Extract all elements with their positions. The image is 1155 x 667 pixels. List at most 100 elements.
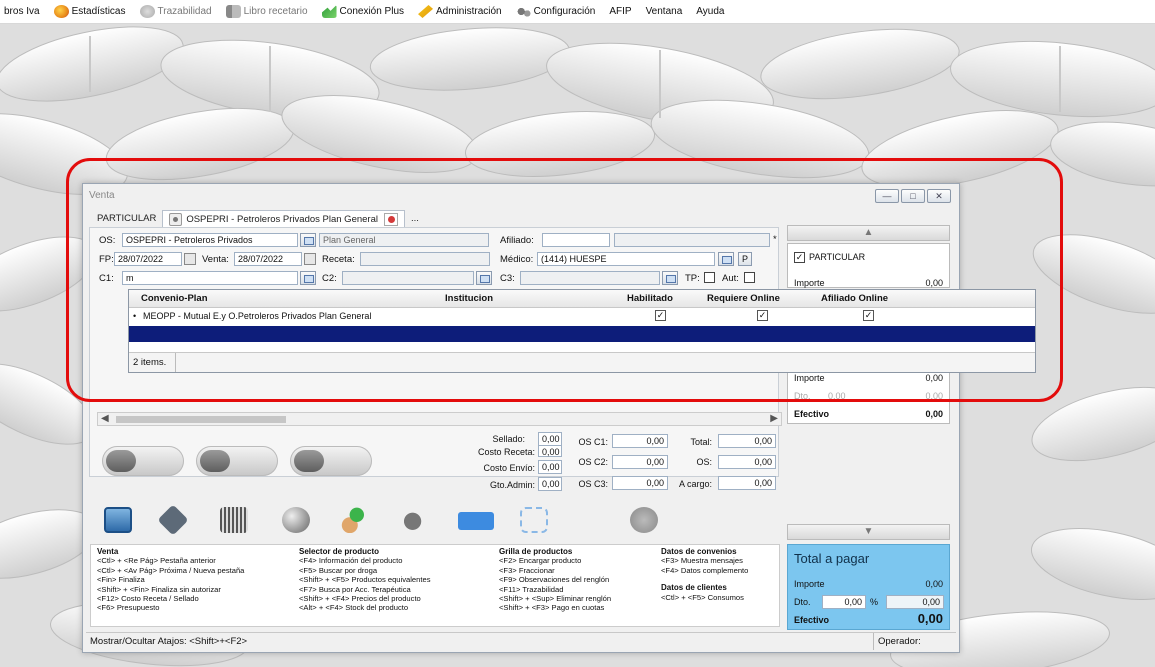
barcode-icon[interactable] bbox=[220, 507, 248, 533]
panel-scroll-up-button[interactable]: ▲ bbox=[787, 225, 950, 241]
scroll-left-icon[interactable]: ◀ bbox=[101, 413, 109, 424]
calendar-icon[interactable] bbox=[304, 253, 316, 265]
arrow-up-icon: ▲ bbox=[863, 227, 874, 238]
menu-item-administracion[interactable]: Administración bbox=[418, 5, 502, 18]
tab-new[interactable]: ... bbox=[405, 210, 425, 227]
dropdown-footer: 2 items. bbox=[129, 352, 1035, 372]
menu-item-configuracion[interactable]: Configuración bbox=[515, 5, 595, 18]
shortcut-line: <Alt> + <F4> Stock del producto bbox=[299, 603, 409, 613]
c1-field[interactable]: m bbox=[122, 271, 298, 285]
medico-label: Médico: bbox=[500, 254, 534, 265]
particular-checkbox[interactable]: ✓ bbox=[794, 252, 805, 263]
menu-label: Ayuda bbox=[696, 6, 725, 17]
scroll-right-icon[interactable]: ▶ bbox=[770, 413, 778, 424]
doctor-button[interactable] bbox=[290, 446, 372, 476]
menu-label: Estadísticas bbox=[71, 6, 126, 17]
shortcut-line: <F4> Información del producto bbox=[299, 556, 403, 566]
c1-picker-button[interactable] bbox=[300, 271, 316, 285]
column-header[interactable]: Institucion bbox=[445, 293, 493, 304]
column-header[interactable]: Convenio-Plan bbox=[141, 293, 208, 304]
calendar-icon[interactable] bbox=[184, 253, 196, 265]
dollar-icon[interactable] bbox=[630, 507, 658, 533]
connection-icon bbox=[321, 5, 337, 18]
tab-particular[interactable]: PARTICULAR bbox=[91, 210, 162, 227]
minimize-button[interactable]: — bbox=[875, 189, 899, 203]
product-search-button[interactable] bbox=[196, 446, 278, 476]
maximize-button[interactable]: □ bbox=[901, 189, 925, 203]
venta-date-field[interactable]: 28/07/2022 bbox=[234, 252, 302, 266]
afiliado-field[interactable] bbox=[542, 233, 610, 247]
os-picker-button[interactable] bbox=[300, 233, 316, 247]
menu-item-conexion-plus[interactable]: Conexión Plus bbox=[321, 5, 404, 18]
shortcut-line: <F9> Observaciones del renglón bbox=[499, 575, 610, 585]
payment-panel: ▲ ✓ PARTICULAR Importe 0,00 Importe 0,00… bbox=[787, 225, 952, 633]
table-row[interactable]: • MEOPP - Mutual E.y O.Petroleros Privad… bbox=[129, 308, 1035, 324]
os-c2-label: OS C2: bbox=[578, 457, 608, 467]
menu-item-libros-iva[interactable]: bros Iva bbox=[4, 6, 40, 17]
costo-envio-field[interactable]: 0,00 bbox=[538, 460, 562, 474]
globe-icon[interactable] bbox=[282, 507, 310, 533]
barcode-scan-button[interactable] bbox=[102, 446, 184, 476]
total-dto-field[interactable]: 0,00 bbox=[822, 595, 866, 609]
split-payment-icon[interactable] bbox=[520, 507, 548, 533]
payment-summary-box: Importe 0,00 Dto. 0,00 0,00 Efectivo 0,0… bbox=[787, 368, 950, 424]
requiere-online-checkbox: ✓ bbox=[757, 310, 768, 321]
aut-checkbox[interactable] bbox=[744, 272, 755, 283]
shortcut-line: <F11> Trazabilidad bbox=[499, 584, 564, 594]
shortcut-line: <Shift> + <F4> Precios del producto bbox=[299, 594, 421, 604]
shortcuts-selector-title: Selector de producto bbox=[299, 547, 380, 556]
tab-label: ... bbox=[410, 213, 419, 224]
menu-item-afip[interactable]: AFIP bbox=[609, 6, 631, 17]
shortcut-line: <F4> Datos complemento bbox=[661, 565, 749, 575]
menu-item-ventana[interactable]: Ventana bbox=[646, 6, 683, 17]
add-client-icon[interactable] bbox=[340, 507, 368, 533]
gto-admin-label: Gto.Admin: bbox=[489, 480, 535, 490]
menu-label: Trazabilidad bbox=[157, 6, 212, 17]
panel-scroll-down-button[interactable]: ▼ bbox=[787, 524, 950, 540]
costo-receta-field[interactable]: 0,00 bbox=[538, 445, 562, 457]
column-header[interactable]: Afiliado Online bbox=[821, 293, 888, 304]
toolbar-icons bbox=[100, 503, 700, 537]
c3-picker-button[interactable] bbox=[662, 271, 678, 285]
p-button[interactable]: P bbox=[738, 252, 752, 266]
shortcut-line: <F6> Presupuesto bbox=[97, 603, 160, 613]
menu-item-trazabilidad[interactable]: Trazabilidad bbox=[139, 5, 212, 18]
cash-icon[interactable] bbox=[458, 512, 494, 530]
c2-field[interactable] bbox=[342, 271, 474, 285]
sellado-label: Sellado: bbox=[492, 434, 525, 444]
convenio-plan-dropdown: Convenio-Plan Institucion Habilitado Req… bbox=[128, 289, 1036, 373]
delivery-icon[interactable] bbox=[400, 507, 428, 533]
menu-item-ayuda[interactable]: Ayuda bbox=[696, 6, 724, 17]
menu-label: AFIP bbox=[609, 6, 632, 17]
shortcuts-clientes-title: Datos de clientes bbox=[661, 583, 727, 593]
os-field[interactable]: OSPEPRI - Petroleros Privados bbox=[122, 233, 298, 247]
maximize-icon: □ bbox=[910, 191, 916, 201]
menu-item-libro-recetario[interactable]: Libro recetario bbox=[225, 5, 308, 18]
c2-picker-button[interactable] bbox=[476, 271, 492, 285]
tag-icon[interactable] bbox=[157, 504, 189, 536]
search-document-icon[interactable] bbox=[104, 507, 132, 533]
menu-label: Ventana bbox=[645, 6, 683, 17]
shortcut-line: <F5> Buscar por droga bbox=[299, 565, 378, 575]
total-efectivo-label: Efectivo bbox=[794, 615, 830, 625]
column-header[interactable]: Habilitado bbox=[627, 293, 673, 304]
c3-field[interactable] bbox=[520, 271, 660, 285]
medico-field[interactable]: (1414) HUESPE bbox=[537, 252, 715, 266]
fp-date-field[interactable]: 28/07/2022 bbox=[114, 252, 182, 266]
scroll-thumb[interactable] bbox=[116, 416, 286, 423]
grid-horizontal-scrollbar[interactable]: ◀ ▶ bbox=[97, 412, 782, 426]
particular-label: PARTICULAR bbox=[809, 252, 866, 262]
costo-envio-label: Costo Envío: bbox=[483, 463, 535, 473]
column-header[interactable]: Requiere Online bbox=[707, 293, 780, 304]
tp-checkbox[interactable] bbox=[704, 272, 715, 283]
tab-ospepri[interactable]: OSPEPRI - Petroleros Privados Plan Gener… bbox=[162, 210, 405, 227]
tab-close-icon[interactable] bbox=[383, 212, 398, 226]
close-button[interactable]: ✕ bbox=[927, 189, 951, 203]
medico-picker-button[interactable] bbox=[718, 252, 734, 266]
gto-admin-field[interactable]: 0,00 bbox=[538, 477, 562, 491]
receta-field[interactable] bbox=[360, 252, 490, 266]
sellado-field[interactable]: 0,00 bbox=[538, 432, 562, 446]
total-dto-label: Dto. bbox=[794, 597, 811, 607]
table-row-selected[interactable] bbox=[129, 326, 1035, 342]
menu-item-estadisticas[interactable]: Estadísticas bbox=[53, 5, 126, 18]
